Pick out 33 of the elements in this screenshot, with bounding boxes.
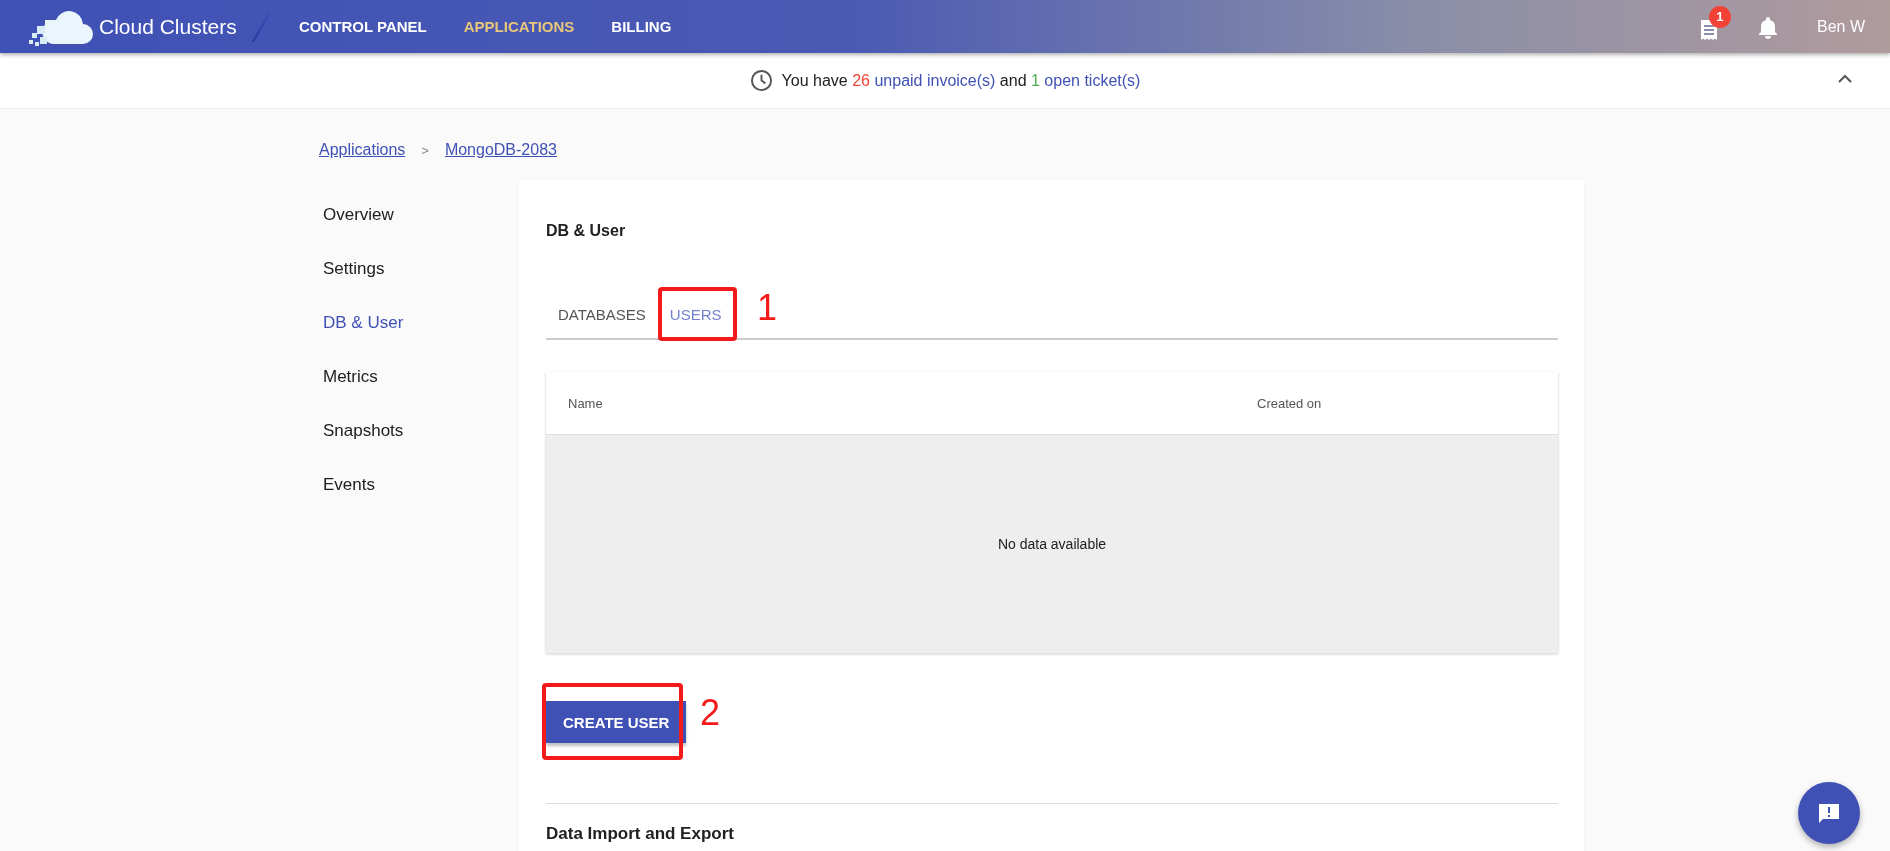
column-header: Created on	[1257, 395, 1322, 411]
notice-link[interactable]: open ticket(s)	[1044, 71, 1141, 89]
feedback-icon	[1817, 801, 1841, 825]
chevron-up-icon[interactable]	[1838, 74, 1852, 83]
step-number: 2	[700, 693, 721, 733]
column-header: Name	[568, 395, 604, 411]
tab[interactable]: DATABASES	[546, 290, 658, 340]
empty-message: No data available	[997, 536, 1107, 552]
section-title: DB & User	[546, 222, 627, 241]
brand-name: Cloud Clusters	[99, 14, 237, 39]
section-title: Data Import and Export	[546, 824, 735, 844]
tab[interactable]: USERS	[657, 290, 734, 340]
notice-link[interactable]: unpaid invoice(s)	[874, 71, 996, 89]
sidebar-item[interactable]: DB & User	[319, 310, 519, 364]
invoice-button[interactable]: 1	[1697, 5, 1733, 44]
count-badge: 1	[1709, 5, 1731, 28]
sidebar-item[interactable]: Settings	[319, 256, 519, 310]
nav-link[interactable]: BILLING	[611, 18, 672, 35]
sidebar-item[interactable]: Events	[319, 472, 519, 526]
breadcrumb-separator: >	[421, 142, 429, 158]
clock-icon	[749, 69, 773, 92]
notice-message: You have 26 unpaid invoice(s) and 1 open ticket(s)	[781, 71, 1141, 90]
bell-icon[interactable]	[1757, 14, 1779, 39]
sidebar-item[interactable]: Metrics	[319, 364, 519, 418]
breadcrumb-link[interactable]: Applications	[319, 141, 406, 159]
sidebar-item[interactable]: Snapshots	[319, 418, 519, 472]
sidebar-item[interactable]: Overview	[319, 202, 519, 256]
nav-link[interactable]: APPLICATIONS	[463, 18, 575, 35]
create-user-button[interactable]: CREATE USER	[546, 701, 687, 743]
nav-link[interactable]: CONTROL PANEL	[299, 18, 427, 35]
feedback-button[interactable]	[1798, 782, 1860, 844]
breadcrumb-link[interactable]: MongoDB-2083	[444, 141, 557, 159]
step-number: 1	[757, 288, 778, 328]
